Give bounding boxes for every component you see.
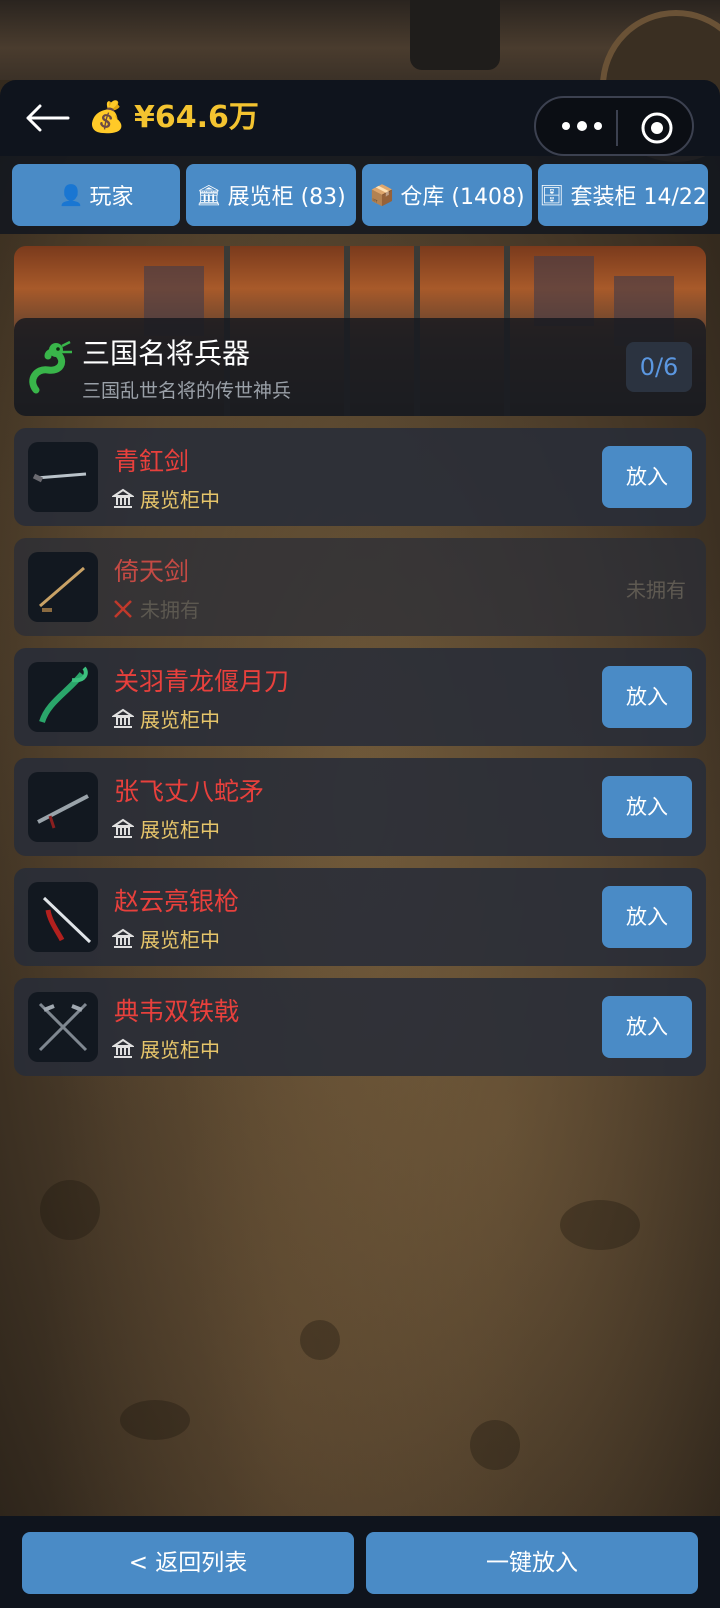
- item-status-text: 展览柜中: [140, 928, 220, 952]
- put-in-button[interactable]: 放入: [602, 886, 692, 948]
- item-status-text: 展览柜中: [140, 1038, 220, 1062]
- stain: [470, 1420, 520, 1470]
- collection-subtitle: 三国乱世名将的传世神兵: [82, 380, 292, 402]
- spear-thumbnail: [28, 882, 98, 952]
- item-name: 关羽青龙偃月刀: [114, 667, 290, 696]
- list-item: 青釭剑 展览柜中 放入: [14, 428, 706, 526]
- balance-amount: ¥64.6万: [134, 100, 259, 135]
- collection-header: 三国名将兵器 三国乱世名将的传世神兵 0/6: [14, 318, 706, 416]
- spear-icon: [37, 794, 89, 829]
- item-status: 展览柜中: [112, 924, 220, 953]
- item-name: 张飞丈八蛇矛: [114, 777, 265, 806]
- stain: [300, 1320, 340, 1360]
- tab-set-cabinet[interactable]: 🗄 套装柜 14/22: [538, 164, 708, 226]
- collection-title: 三国名将兵器: [82, 337, 251, 370]
- museum-icon: [112, 928, 134, 948]
- collection-progress: 0/6: [626, 342, 692, 392]
- back-to-list-button[interactable]: < 返回列表: [22, 1532, 354, 1594]
- item-name: 青釭剑: [114, 447, 190, 476]
- museum-icon: [112, 1038, 134, 1058]
- user-icon: 👤: [58, 183, 84, 207]
- item-status: 展览柜中: [112, 814, 220, 843]
- sword-thumbnail: [28, 552, 98, 622]
- put-in-button[interactable]: 放入: [602, 666, 692, 728]
- sword-icon: [32, 472, 87, 483]
- item-status-text: 展览柜中: [140, 818, 220, 842]
- item-name: 典韦双铁戟: [114, 997, 240, 1026]
- tab-label: 套装柜 14/22: [570, 185, 707, 210]
- put-in-button[interactable]: 放入: [602, 776, 692, 838]
- close-target-icon[interactable]: [640, 111, 674, 145]
- put-all-button[interactable]: 一键放入: [366, 1532, 698, 1594]
- desk-decoration: [0, 0, 720, 162]
- item-name: 倚天剑: [114, 557, 190, 586]
- top-bar: 💰 ¥64.6万: [0, 80, 720, 156]
- cross-icon: [114, 599, 132, 618]
- put-in-button[interactable]: 放入: [602, 996, 692, 1058]
- item-status: 未拥有: [112, 594, 200, 623]
- item-status: 展览柜中: [112, 484, 220, 513]
- halberd-thumbnail: [28, 992, 98, 1062]
- item-status-text: 未拥有: [140, 598, 200, 622]
- cabinet-icon: 🗄: [539, 183, 565, 207]
- bottom-bar: < 返回列表 一键放入: [0, 1516, 720, 1608]
- list-item: 典韦双铁戟 展览柜中 放入: [14, 978, 706, 1076]
- glaive-icon: [39, 666, 88, 724]
- item-status-text: 展览柜中: [140, 488, 220, 512]
- item-status: 展览柜中: [112, 704, 220, 733]
- put-in-button[interactable]: 放入: [602, 446, 692, 508]
- list-item: 张飞丈八蛇矛 展览柜中 放入: [14, 758, 706, 856]
- tab-label: 仓库 (1408): [400, 185, 525, 210]
- stain: [120, 1400, 190, 1440]
- crossed-halberds-icon: [38, 1002, 88, 1052]
- war-flag: [534, 256, 594, 326]
- glaive-thumbnail: [28, 662, 98, 732]
- museum-icon: 🏛: [196, 183, 222, 207]
- list-item: 关羽青龙偃月刀 展览柜中 放入: [14, 648, 706, 746]
- museum-icon: [112, 488, 134, 508]
- collection-banner: 三国名将兵器 三国乱世名将的传世神兵 0/6: [14, 246, 706, 416]
- back-arrow-icon[interactable]: [22, 98, 72, 138]
- not-owned-label: 未拥有: [626, 578, 686, 602]
- spear-thumbnail: [28, 772, 98, 842]
- tab-label: 展览柜 (83): [227, 185, 346, 210]
- museum-icon: [112, 818, 134, 838]
- dragon-icon: [29, 340, 72, 394]
- mini-program-capsule: [534, 96, 694, 156]
- tab-player[interactable]: 👤 玩家: [12, 164, 180, 226]
- sword-icon: [39, 566, 85, 612]
- money-bag-icon: 💰: [88, 100, 126, 135]
- ink-bottle-image: [410, 0, 500, 70]
- tab-label: 玩家: [89, 185, 134, 210]
- sword-thumbnail: [28, 442, 98, 512]
- stain: [560, 1200, 640, 1250]
- package-icon: 📦: [369, 183, 395, 207]
- museum-icon: [112, 708, 134, 728]
- list-item: 倚天剑 未拥有 未拥有: [14, 538, 706, 636]
- stain: [40, 1180, 100, 1240]
- list-item: 赵云亮银枪 展览柜中 放入: [14, 868, 706, 966]
- item-status: 展览柜中: [112, 1034, 220, 1063]
- more-dots-icon[interactable]: [558, 112, 606, 140]
- capsule-divider: [616, 110, 618, 146]
- item-status-text: 展览柜中: [140, 708, 220, 732]
- spear-icon: [42, 896, 92, 944]
- tab-showcase[interactable]: 🏛 展览柜 (83): [186, 164, 356, 226]
- tab-warehouse[interactable]: 📦 仓库 (1408): [362, 164, 532, 226]
- item-name: 赵云亮银枪: [114, 887, 240, 916]
- tab-bar: 👤 玩家 🏛 展览柜 (83) 📦 仓库 (1408) 🗄 套装柜 14/22: [0, 156, 720, 234]
